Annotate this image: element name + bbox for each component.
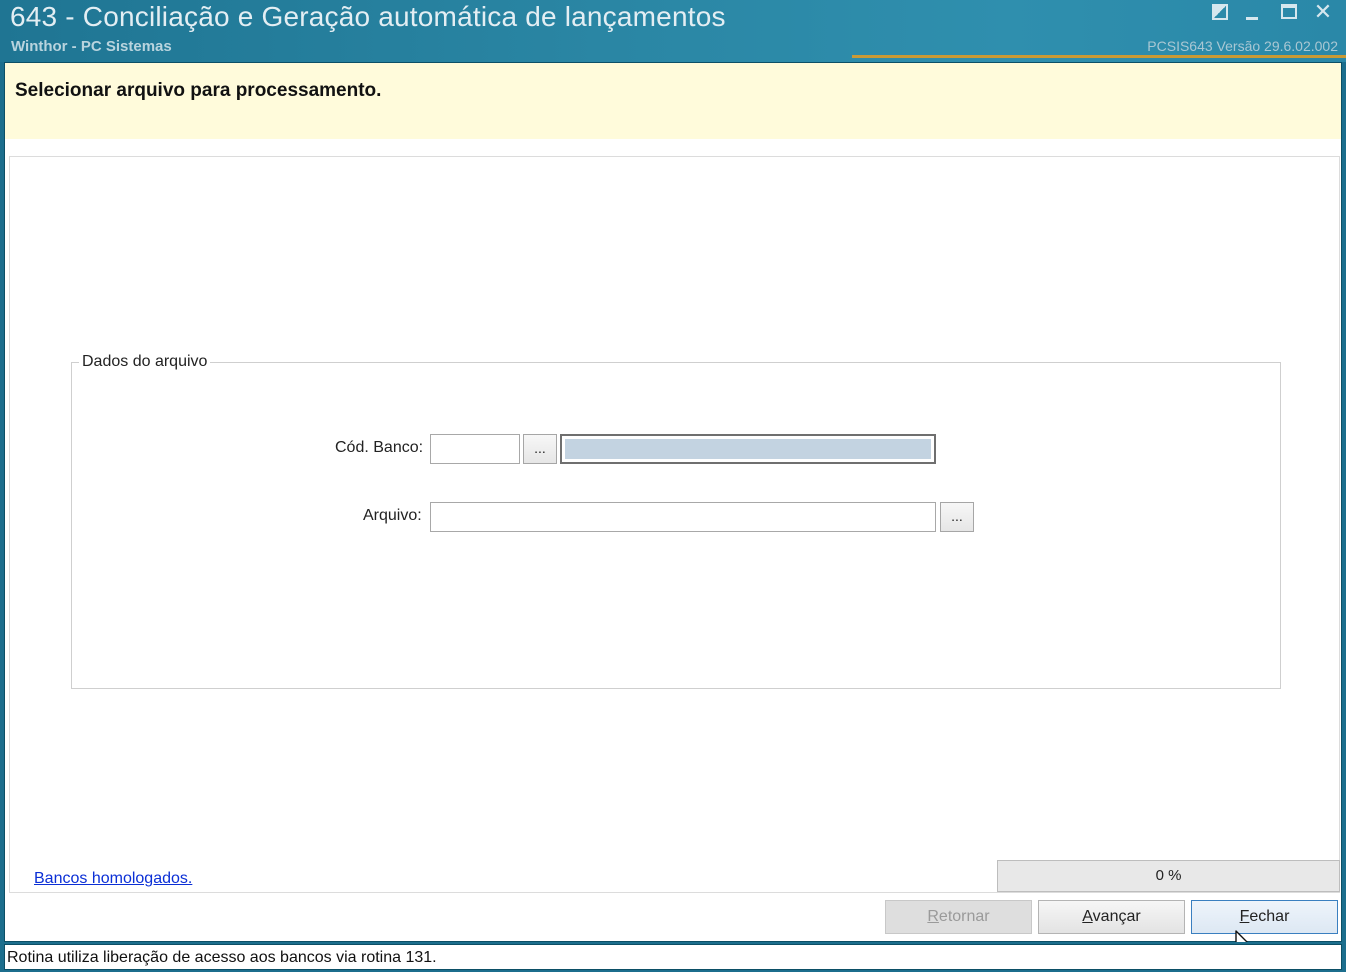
file-browse-button[interactable]: ... [940, 502, 974, 532]
progress-bar: 0 % [997, 860, 1340, 892]
close-icon[interactable]: ✕ [1312, 1, 1334, 23]
page-title: Selecionar arquivo para processamento. [15, 80, 382, 101]
progress-text: 0 % [1155, 867, 1182, 884]
bank-description-fill [565, 439, 931, 459]
client-area: Selecionar arquivo para processamento. D… [4, 62, 1342, 958]
window-subtitle: Winthor - PC Sistemas [11, 38, 172, 55]
bank-code-input[interactable] [430, 434, 520, 464]
file-label: Arquivo: [363, 507, 422, 524]
status-text: Rotina utiliza liberação de acesso aos b… [7, 949, 437, 966]
title-bar[interactable]: 643 - Conciliação e Geração automática d… [0, 0, 1346, 62]
next-button[interactable]: Avançar [1038, 900, 1185, 934]
status-bar: Rotina utiliza liberação de acesso aos b… [0, 942, 1346, 972]
groupbox-legend: Dados do arquivo [79, 353, 211, 371]
status-panel: Rotina utiliza liberação de acesso aos b… [4, 944, 1342, 970]
version-label: PCSIS643 Versão 29.6.02.002 [1147, 38, 1338, 54]
bank-description-field [560, 434, 936, 464]
file-path-input[interactable] [430, 502, 936, 532]
title-accent-line [852, 55, 1346, 58]
approved-banks-link[interactable]: Bancos homologados. [34, 870, 192, 888]
header-band: Selecionar arquivo para processamento. [5, 63, 1341, 139]
close-button[interactable]: Fechar [1191, 900, 1338, 934]
maximize-icon[interactable] [1278, 1, 1300, 23]
bank-code-label: Cód. Banco: [335, 439, 424, 456]
restore-icon[interactable] [1209, 1, 1231, 23]
bank-lookup-button[interactable]: ... [523, 434, 557, 464]
window-title: 643 - Conciliação e Geração automática d… [10, 1, 726, 32]
back-button[interactable]: Retornar [885, 900, 1032, 934]
minimize-icon[interactable] [1241, 1, 1263, 23]
